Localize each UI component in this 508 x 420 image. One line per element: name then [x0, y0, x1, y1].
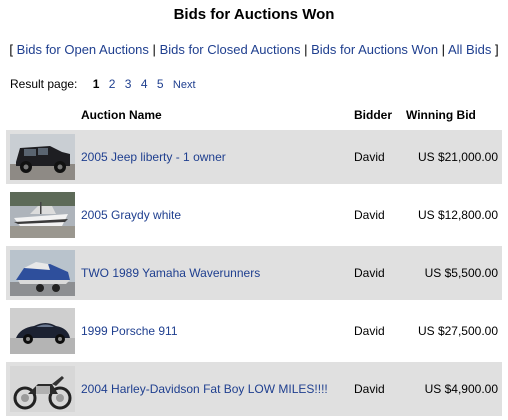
thumb-cell — [6, 304, 81, 358]
winning-bid-cell: US $5,500.00 — [406, 246, 502, 300]
thumb-cell — [6, 246, 81, 300]
auctions-won-table: Auction Name Bidder Winning Bid 2005 Jee… — [6, 100, 502, 420]
auction-name-cell: TWO 1989 Yamaha Waverunners — [81, 246, 354, 300]
page-link-3[interactable]: 3 — [125, 77, 132, 91]
page-title: Bids for Auctions Won — [173, 6, 335, 23]
winning-bid-cell: US $12,800.00 — [417, 208, 498, 222]
table-row: 2004 Harley-Davidson Fat Boy LOW MILES!!… — [6, 362, 502, 416]
porsche-photo[interactable] — [10, 308, 75, 354]
nav-open-bracket: [ — [9, 42, 14, 57]
page-link-5[interactable]: 5 — [157, 77, 164, 91]
table-row: 2005 Graydy white David US $12,800.00 — [6, 188, 502, 242]
bidder-cell: David — [354, 362, 406, 416]
link-open-auctions[interactable]: Bids for Open Auctions — [17, 42, 149, 57]
pagination-label: Result page: — [10, 77, 78, 91]
thumb-column-header — [6, 104, 81, 126]
nav-separator: | — [441, 42, 446, 57]
bidder-cell: David — [354, 324, 385, 338]
winning-bid-cell: US $21,000.00 — [406, 130, 502, 184]
bidder-cell: David — [354, 130, 406, 184]
table-row: 1999 Porsche 911 David US $27,500.00 — [6, 304, 502, 358]
auction-link[interactable]: 2004 Harley-Davidson Fat Boy LOW MILES!!… — [81, 382, 328, 396]
table-row: TWO 1989 Yamaha Waverunners David US $5,… — [6, 246, 502, 300]
winning-bid-cell: US $27,500.00 — [417, 324, 498, 338]
auction-link[interactable]: 2005 Graydy white — [81, 208, 181, 222]
auction-name-cell: 2005 Graydy white — [81, 188, 354, 242]
winning-bid-header: Winning Bid — [406, 108, 476, 122]
auction-filter-links: [ Bids for Open Auctions | Bids for Clos… — [0, 42, 508, 57]
waverunner-photo[interactable] — [10, 250, 75, 296]
auction-name-cell: 2005 Jeep liberty - 1 owner — [81, 130, 354, 184]
table-row: 2005 Jeep liberty - 1 owner David US $21… — [6, 130, 502, 184]
bidder-cell: David — [354, 208, 385, 222]
boat-photo[interactable] — [10, 192, 75, 238]
auction-name-cell: 1999 Porsche 911 — [81, 304, 354, 358]
bidder-header: Bidder — [354, 108, 393, 122]
auction-link[interactable]: 2005 Jeep liberty - 1 owner — [81, 150, 226, 164]
page-link-4[interactable]: 4 — [141, 77, 148, 91]
auction-name-header: Auction Name — [81, 108, 162, 122]
link-auctions-won[interactable]: Bids for Auctions Won — [311, 42, 438, 57]
thumb-cell — [6, 130, 81, 184]
auction-name-cell: 2004 Harley-Davidson Fat Boy LOW MILES!!… — [81, 362, 354, 416]
table-header-row: Auction Name Bidder Winning Bid — [6, 104, 502, 126]
motorcycle-photo[interactable] — [10, 366, 75, 412]
pagination: Result page: 1 2 3 4 5 Next — [10, 77, 202, 91]
link-all-bids[interactable]: All Bids — [448, 42, 491, 57]
nav-separator: | — [304, 42, 308, 57]
winning-bid-cell: US $4,900.00 — [406, 362, 502, 416]
auction-link[interactable]: TWO 1989 Yamaha Waverunners — [81, 266, 260, 280]
bidder-cell: David — [354, 246, 406, 300]
page-link-2[interactable]: 2 — [109, 77, 116, 91]
thumb-cell — [6, 188, 81, 242]
next-page-link[interactable]: Next — [173, 79, 196, 91]
current-page: 1 — [92, 77, 100, 91]
jeep-photo[interactable] — [10, 134, 75, 180]
link-closed-auctions[interactable]: Bids for Closed Auctions — [160, 42, 301, 57]
nav-close-bracket: ] — [494, 42, 499, 57]
thumb-cell — [6, 362, 81, 416]
nav-separator: | — [152, 42, 156, 57]
auction-link[interactable]: 1999 Porsche 911 — [81, 324, 178, 338]
